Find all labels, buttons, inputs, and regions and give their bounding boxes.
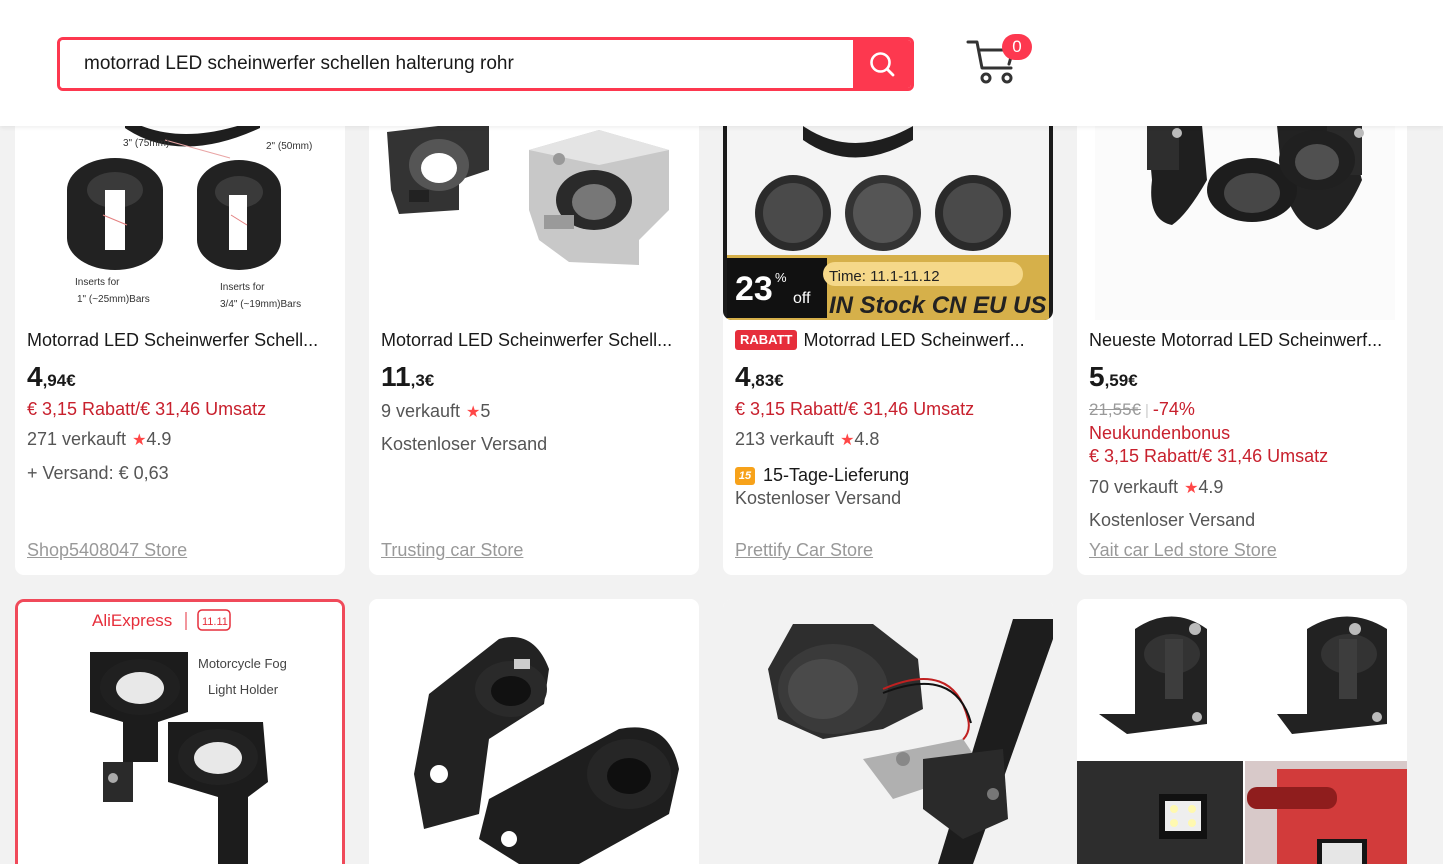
product-title[interactable]: Motorrad LED Scheinwerfer Schell... bbox=[27, 328, 333, 352]
product-price: 4,94€ bbox=[27, 360, 333, 398]
discount-percent: -74% bbox=[1152, 399, 1195, 419]
rating-value: 4.8 bbox=[854, 429, 880, 449]
price-integer: 11 bbox=[381, 361, 411, 392]
discount-text: € 3,15 Rabatt/€ 31,46 Umsatz bbox=[1089, 446, 1329, 466]
sold-count: 70 verkauft bbox=[1089, 477, 1179, 497]
product-card[interactable] bbox=[723, 599, 1053, 864]
product-image: AliExpress 11.11 Motorcycle Fog Light Ho… bbox=[18, 602, 342, 864]
product-title[interactable]: RABATT Motorrad LED Scheinwerf... bbox=[735, 328, 1041, 352]
image-text: off bbox=[793, 290, 811, 307]
old-price: 21,55€ bbox=[1089, 400, 1141, 419]
sold-count: 213 verkauft bbox=[735, 429, 835, 449]
price-integer: 4 bbox=[735, 361, 751, 392]
store-link[interactable]: Shop5408047 Store bbox=[27, 540, 187, 561]
product-card[interactable] bbox=[369, 599, 699, 864]
price-decimal: ,3€ bbox=[410, 371, 435, 390]
image-text: 3/4" (~19mm)Bars bbox=[220, 299, 301, 310]
search-icon bbox=[870, 52, 895, 77]
new-customer-bonus: Neukundenbonus bbox=[1089, 423, 1231, 443]
image-text: 2" (50mm) bbox=[266, 141, 312, 152]
price-integer: 4 bbox=[27, 361, 43, 392]
search-button[interactable] bbox=[853, 40, 911, 88]
sold-count: 271 verkauft bbox=[27, 429, 127, 449]
shipping-text: Kostenloser Versand bbox=[381, 434, 548, 454]
image-text: 3" (75mm) bbox=[123, 138, 169, 149]
image-text: 11.11 bbox=[202, 616, 228, 628]
rating-value: 4.9 bbox=[146, 429, 172, 449]
image-text: 1" (~25mm)Bars bbox=[77, 294, 150, 305]
image-text: Motorcycle Fog bbox=[198, 656, 287, 671]
cart-button[interactable]: 0 bbox=[965, 34, 1032, 90]
cart-count-badge: 0 bbox=[1002, 34, 1032, 60]
star-icon: ★ bbox=[1184, 480, 1199, 497]
rating-value: 4.9 bbox=[1198, 477, 1224, 497]
product-price: 4,83€ bbox=[735, 360, 1041, 398]
image-text: Light Holder bbox=[208, 682, 279, 697]
product-image bbox=[1077, 599, 1407, 864]
discount-text: € 3,15 Rabatt/€ 31,46 Umsatz bbox=[735, 399, 975, 419]
product-price: 11,3€ bbox=[381, 360, 687, 398]
product-image bbox=[369, 599, 699, 864]
sales-rating: 70 verkauft ★4.9 bbox=[1089, 476, 1395, 500]
rabatt-badge: RABATT bbox=[735, 330, 798, 350]
product-grid: 3" (75mm) 2" (50mm) Inserts for 1" (~25m… bbox=[15, 0, 1415, 864]
image-text: Time: 11.1-11.12 bbox=[829, 268, 940, 285]
search-bar bbox=[57, 37, 914, 91]
store-link[interactable]: Trusting car Store bbox=[381, 540, 523, 561]
product-title-text: Motorrad LED Scheinwerf... bbox=[803, 330, 1025, 350]
search-input[interactable] bbox=[60, 40, 853, 88]
shipping-text: Kostenloser Versand bbox=[1089, 510, 1256, 530]
price-integer: 5 bbox=[1089, 361, 1105, 392]
sales-rating: 213 verkauft ★4.8 bbox=[735, 428, 1041, 452]
image-text: Inserts for bbox=[75, 277, 120, 288]
rating-value: 5 bbox=[480, 401, 491, 421]
sold-count: 9 verkauft bbox=[381, 401, 461, 421]
delivery-info: 15 15-Tage-Lieferung bbox=[735, 464, 1041, 487]
image-text: 23 bbox=[735, 270, 773, 308]
price-decimal: ,59€ bbox=[1104, 371, 1138, 390]
sales-rating: 271 verkauft ★4.9 bbox=[27, 428, 333, 452]
product-title[interactable]: Neueste Motorrad LED Scheinwerf... bbox=[1089, 328, 1395, 352]
store-link[interactable]: Yait car Led store Store bbox=[1089, 540, 1277, 561]
star-icon: ★ bbox=[466, 404, 481, 421]
image-text: % bbox=[775, 270, 787, 285]
discount-text: € 3,15 Rabatt/€ 31,46 Umsatz bbox=[27, 399, 267, 419]
sales-rating: 9 verkauft ★5 bbox=[381, 400, 687, 424]
image-text: Inserts for bbox=[220, 282, 265, 293]
delivery-text: 15-Tage-Lieferung bbox=[763, 465, 910, 485]
star-icon: ★ bbox=[132, 432, 147, 449]
price-decimal: ,83€ bbox=[750, 371, 784, 390]
shipping-text: Kostenloser Versand bbox=[735, 488, 902, 508]
old-price-row: 21,55€ | -74% bbox=[1089, 398, 1395, 422]
product-price: 5,59€ bbox=[1089, 360, 1395, 398]
product-card[interactable] bbox=[1077, 599, 1407, 864]
aliexpress-logo: AliExpress bbox=[92, 611, 172, 630]
product-card[interactable]: AliExpress 11.11 Motorcycle Fog Light Ho… bbox=[15, 599, 345, 864]
store-link[interactable]: Prettify Car Store bbox=[735, 540, 873, 561]
star-icon: ★ bbox=[840, 432, 855, 449]
product-image bbox=[723, 599, 1053, 864]
delivery-icon: 15 bbox=[735, 466, 755, 485]
product-title[interactable]: Motorrad LED Scheinwerfer Schell... bbox=[381, 328, 687, 352]
divider: | bbox=[1145, 402, 1149, 419]
image-text: IN Stock CN EU US bbox=[829, 292, 1046, 319]
price-decimal: ,94€ bbox=[42, 371, 76, 390]
header: 0 bbox=[0, 0, 1443, 126]
shipping-text: + Versand: € 0,63 bbox=[27, 463, 169, 483]
